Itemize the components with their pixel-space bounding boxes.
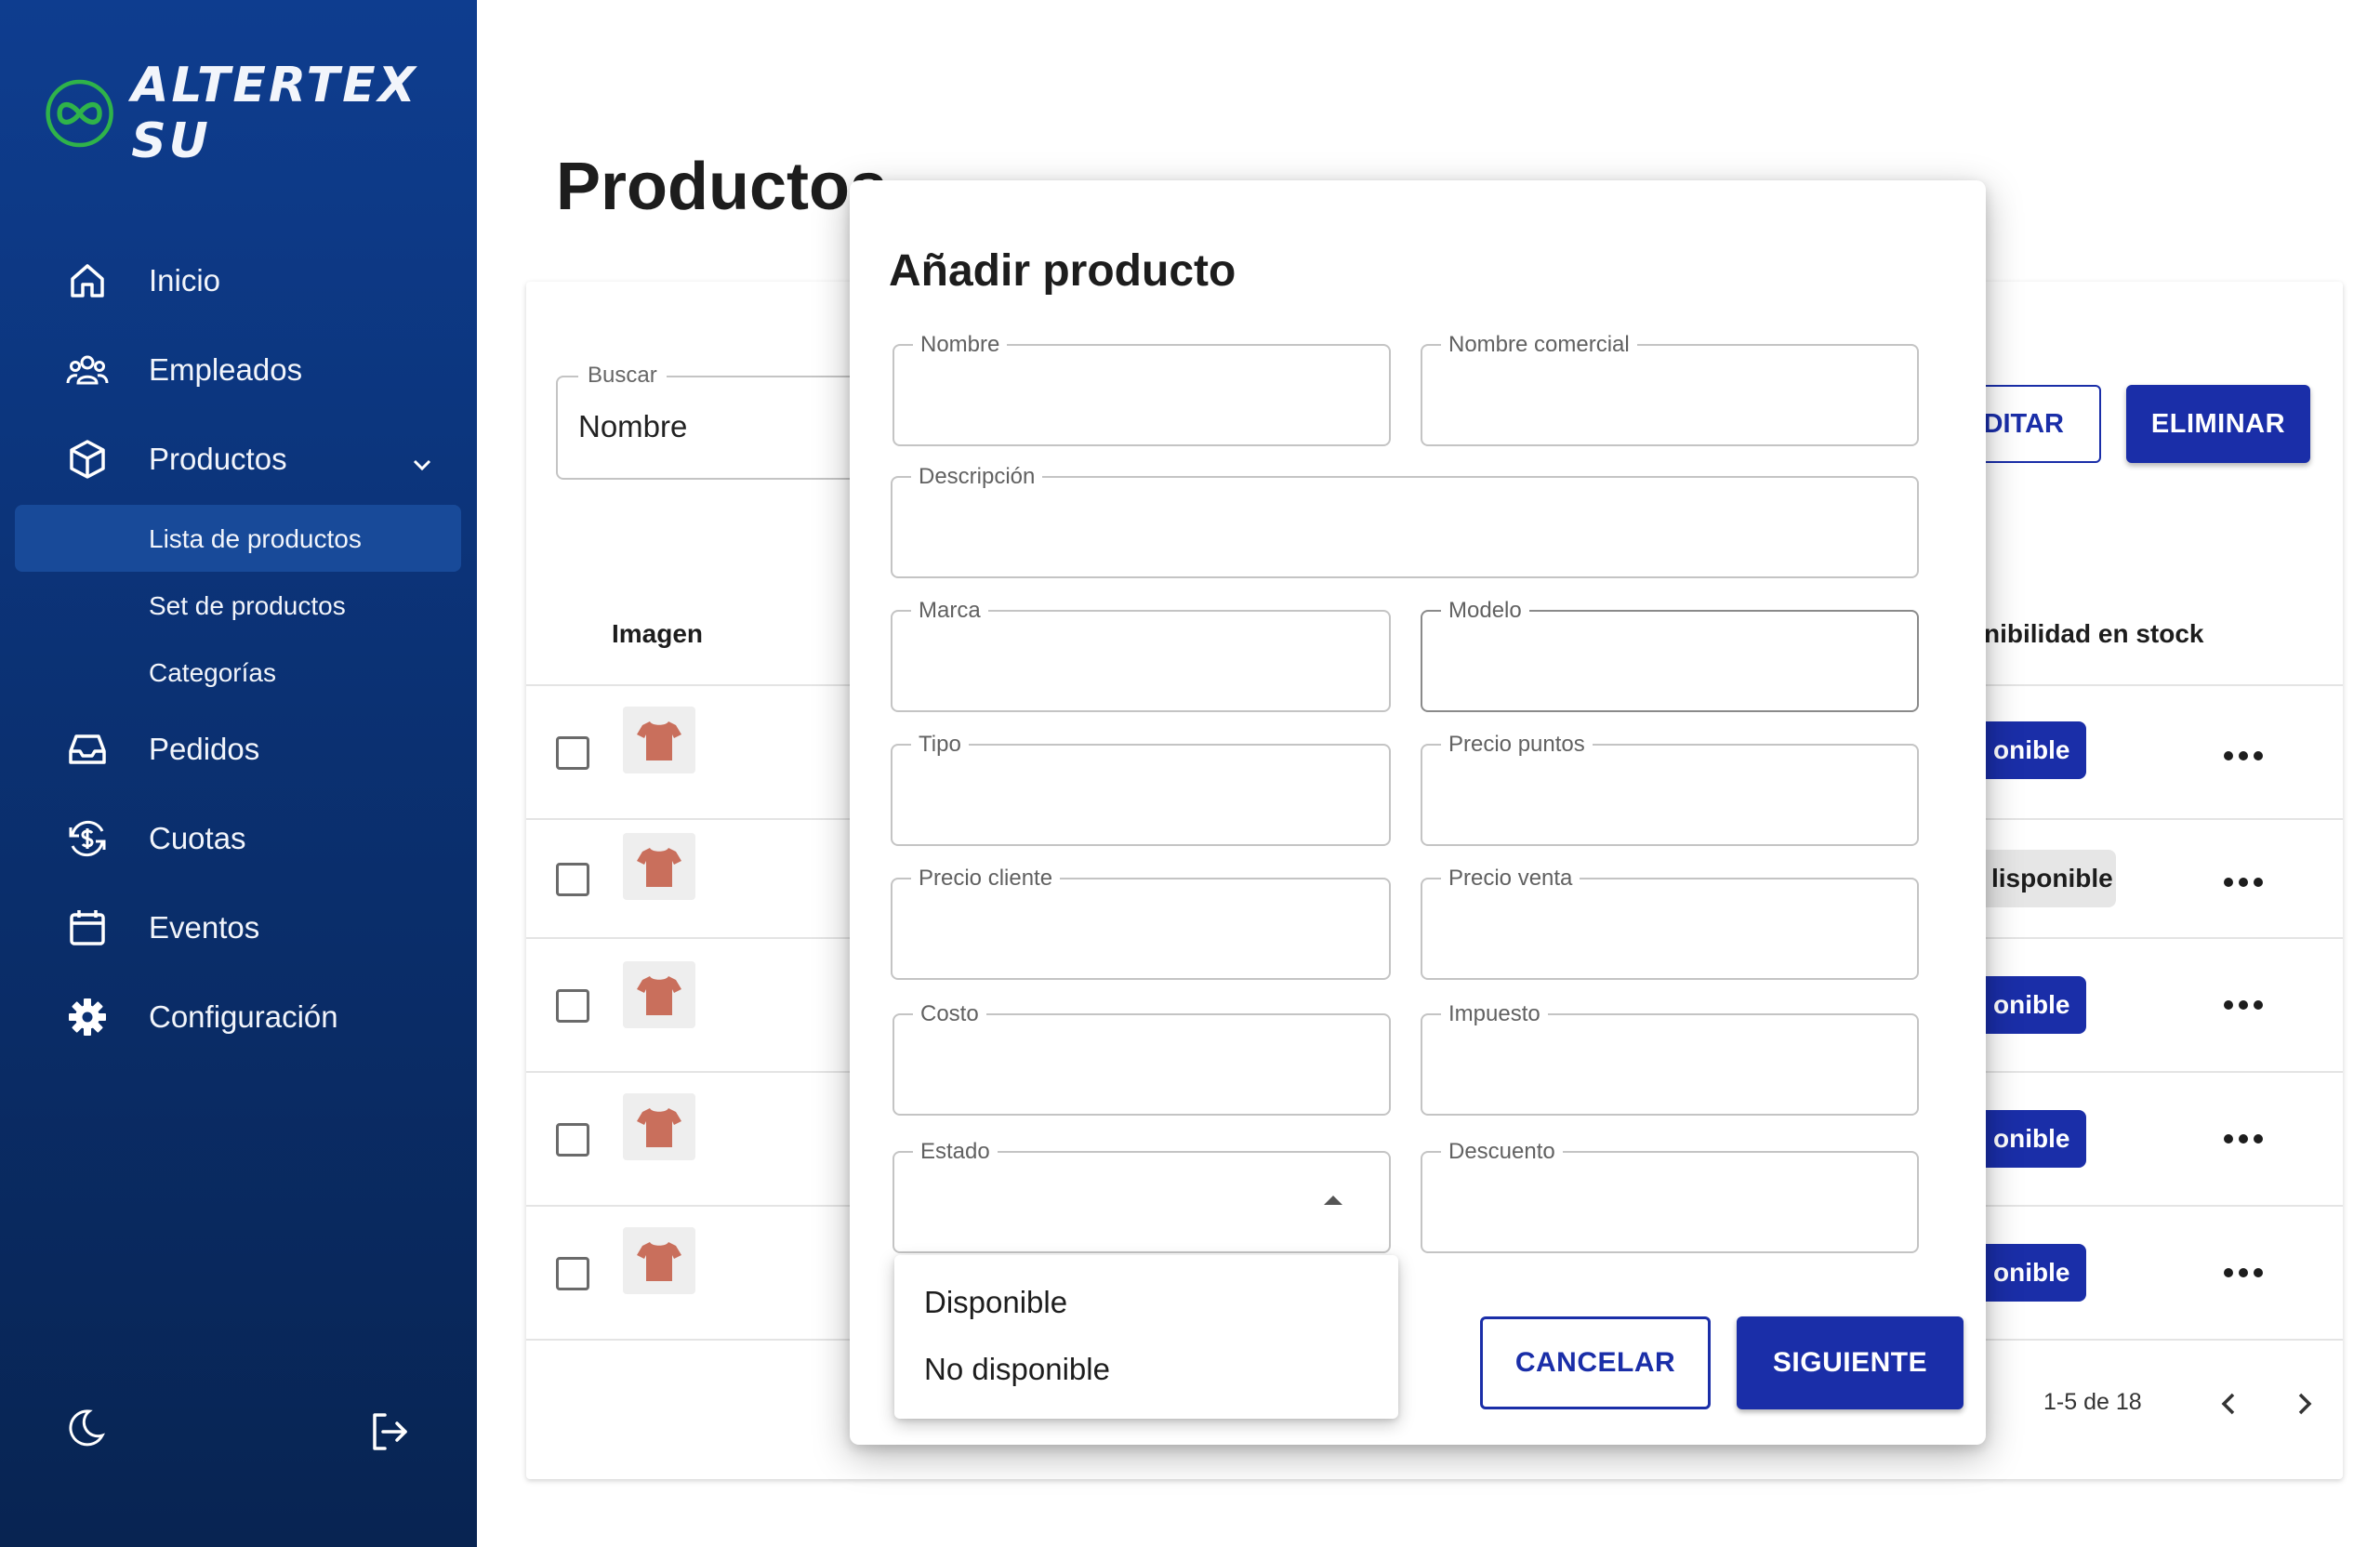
nombre-comercial-field[interactable]	[1421, 344, 1919, 446]
descuento-field[interactable]	[1421, 1151, 1919, 1253]
sidebar-item-label: Configuración	[149, 999, 338, 1034]
tshirt-icon	[637, 1242, 681, 1281]
product-thumbnail	[623, 1227, 695, 1294]
sidebar-item-empleados[interactable]: Empleados	[65, 348, 302, 392]
more-actions-icon[interactable]	[2215, 1125, 2271, 1153]
precio-venta-field[interactable]	[1421, 878, 1919, 980]
arrow-up-icon[interactable]	[1324, 1196, 1342, 1205]
sidebar-item-pedidos[interactable]: Pedidos	[65, 727, 259, 772]
sidebar-item-label: Empleados	[149, 352, 303, 387]
tshirt-icon	[637, 848, 681, 887]
more-actions-icon[interactable]	[2215, 742, 2271, 770]
product-thumbnail	[623, 1093, 695, 1160]
sidebar-item-label: Cuotas	[149, 821, 246, 855]
cancel-button[interactable]: CANCELAR	[1480, 1316, 1711, 1409]
status-badge: onible	[1977, 1110, 2087, 1168]
logout-icon[interactable]	[366, 1408, 415, 1456]
gear-icon	[69, 998, 106, 1036]
cube-icon	[70, 440, 105, 479]
estado-option-no-disponible[interactable]: No disponible	[924, 1352, 1110, 1387]
more-actions-icon[interactable]	[2215, 868, 2271, 896]
sidebar-item-configuracion[interactable]: Configuración	[65, 995, 338, 1039]
next-page-icon[interactable]	[2285, 1385, 2322, 1422]
costo-field[interactable]	[892, 1013, 1391, 1116]
descripcion-label: Descripción	[911, 464, 1043, 490]
search-label: Buscar	[578, 363, 667, 389]
sidebar-item-label: Productos	[149, 442, 287, 476]
tshirt-icon	[637, 976, 681, 1015]
row-checkbox[interactable]	[556, 1123, 589, 1157]
marca-field[interactable]	[891, 610, 1391, 712]
estado-label: Estado	[913, 1139, 998, 1165]
inbox-icon	[69, 734, 106, 764]
home-icon	[71, 264, 104, 298]
search-value: Nombre	[578, 409, 688, 443]
sidebar-subitem-set-productos[interactable]: Set de productos	[149, 591, 346, 621]
page-title: Productos	[556, 150, 888, 224]
pagination-text: 1-5 de 18	[2043, 1389, 2142, 1415]
row-checkbox[interactable]	[556, 1257, 589, 1290]
precio-puntos-field[interactable]	[1421, 744, 1919, 846]
modelo-field[interactable]	[1421, 610, 1919, 712]
product-thumbnail	[623, 833, 695, 900]
product-thumbnail	[623, 707, 695, 774]
descripcion-field[interactable]	[891, 476, 1919, 578]
sidebar-item-inicio[interactable]: Inicio	[65, 258, 220, 303]
more-actions-icon[interactable]	[2215, 1259, 2271, 1287]
calendar-icon	[70, 910, 105, 945]
brand-name: ALTERTEX SU	[131, 58, 418, 169]
dollar-cycle-icon	[69, 820, 106, 857]
estado-dropdown-menu	[894, 1255, 1398, 1419]
moon-icon[interactable]	[61, 1404, 110, 1452]
delete-button[interactable]: ELIMINAR	[2126, 385, 2310, 463]
tipo-field[interactable]	[891, 744, 1391, 846]
estado-option-disponible[interactable]: Disponible	[924, 1285, 1067, 1320]
more-actions-icon[interactable]	[2215, 991, 2271, 1019]
status-badge: lisponible	[1975, 850, 2116, 907]
status-badge: onible	[1977, 976, 2087, 1034]
brand[interactable]: ALTERTEX SU	[45, 58, 477, 169]
sidebar-item-label: Inicio	[149, 263, 221, 298]
sidebar-item-label: Eventos	[149, 910, 260, 945]
marca-label: Marca	[911, 598, 988, 624]
sidebar-item-eventos[interactable]: Eventos	[65, 906, 259, 950]
status-badge: onible	[1977, 721, 2087, 779]
estado-select[interactable]	[892, 1151, 1391, 1253]
sidebar-item-cuotas[interactable]: Cuotas	[65, 816, 246, 861]
sidebar-subitem-lista-productos[interactable]: Lista de productos	[149, 524, 362, 554]
tshirt-icon	[637, 721, 681, 760]
impuesto-label: Impuesto	[1441, 1001, 1548, 1027]
sidebar-item-label: Pedidos	[149, 732, 260, 766]
row-checkbox[interactable]	[556, 989, 589, 1023]
chevron-down-icon[interactable]	[407, 450, 437, 480]
precio-cliente-field[interactable]	[891, 878, 1391, 980]
altertex-logo-icon	[46, 79, 113, 148]
precio-cliente-label: Precio cliente	[911, 866, 1061, 892]
descuento-label: Descuento	[1441, 1139, 1563, 1165]
precio-venta-label: Precio venta	[1441, 866, 1580, 892]
precio-puntos-label: Precio puntos	[1441, 732, 1593, 758]
next-button[interactable]: SIGUIENTE	[1737, 1316, 1964, 1409]
sidebar-item-productos[interactable]: Productos	[65, 437, 287, 482]
row-checkbox[interactable]	[556, 863, 589, 896]
people-icon	[66, 355, 109, 385]
costo-label: Costo	[913, 1001, 986, 1027]
tshirt-icon	[637, 1108, 681, 1147]
prev-page-icon[interactable]	[2211, 1385, 2248, 1422]
column-header-image[interactable]: Imagen	[612, 619, 703, 649]
nombre-label: Nombre	[913, 332, 1008, 358]
modelo-label: Modelo	[1441, 598, 1529, 624]
nombre-comercial-label: Nombre comercial	[1441, 332, 1637, 358]
sidebar: ALTERTEX SU Inicio Empleados Productos L…	[0, 0, 477, 1547]
row-checkbox[interactable]	[556, 736, 589, 770]
sidebar-subitem-categorias[interactable]: Categorías	[149, 658, 276, 688]
status-badge: onible	[1977, 1244, 2087, 1302]
tipo-label: Tipo	[911, 732, 969, 758]
column-header-stock[interactable]: nibilidad en stock	[1984, 619, 2203, 649]
nombre-field[interactable]	[892, 344, 1391, 446]
impuesto-field[interactable]	[1421, 1013, 1919, 1116]
product-thumbnail	[623, 961, 695, 1028]
dialog-title: Añadir producto	[889, 246, 1236, 296]
